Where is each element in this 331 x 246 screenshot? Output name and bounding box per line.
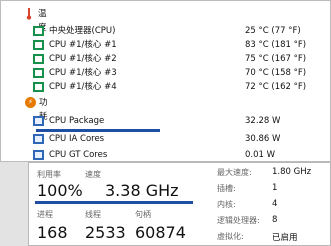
max-speed-label: 最大速度: bbox=[217, 168, 252, 177]
sensor-label: CPU Package bbox=[49, 116, 105, 126]
power-chip-icon bbox=[33, 150, 44, 160]
sensor-row-cpu-temp[interactable]: 中央处理器(CPU) 25 °C (77 °F) bbox=[1, 24, 331, 38]
max-speed-value: 1.80 GHz bbox=[272, 167, 312, 177]
handles-label: 句柄 bbox=[135, 210, 151, 219]
sensor-tree-panel: 温度 中央处理器(CPU) 25 °C (77 °F) CPU #1/核心 #1… bbox=[0, 0, 331, 162]
sockets-label: 插槽: bbox=[217, 184, 236, 193]
sensor-value: 32.28 W bbox=[245, 116, 281, 126]
sensor-row-core-2[interactable]: CPU #1/核心 #2 75 °C (167 °F) bbox=[1, 52, 331, 66]
sensor-value: 30.86 W bbox=[245, 134, 281, 144]
sensor-row-cpu-package[interactable]: CPU Package 32.28 W bbox=[1, 114, 331, 128]
utilization-value: 100% bbox=[37, 181, 83, 200]
utilization-label: 利用率 bbox=[37, 170, 61, 179]
power-chip-icon bbox=[33, 134, 44, 144]
sensor-chip-icon bbox=[33, 54, 44, 64]
cpu-performance-panel: 利用率 速度 100% 3.38 GHz 进程 线程 句柄 168 2533 6… bbox=[28, 162, 331, 246]
sensor-label: CPU #1/核心 #2 bbox=[49, 54, 117, 64]
highlight-underline bbox=[35, 201, 193, 204]
power-icon: ⚡ bbox=[25, 97, 36, 108]
cores-label: 内核: bbox=[217, 200, 236, 209]
sensor-row-core-4[interactable]: CPU #1/核心 #4 72 °C (162 °F) bbox=[1, 80, 331, 94]
speed-value: 3.38 GHz bbox=[105, 181, 179, 200]
sensor-label: CPU #1/核心 #3 bbox=[49, 68, 117, 78]
sensor-chip-icon bbox=[33, 82, 44, 92]
virtualization-label: 虚拟化: bbox=[217, 232, 244, 241]
power-chip-icon bbox=[33, 116, 44, 126]
logical-processors-label: 逻辑处理器: bbox=[217, 216, 260, 225]
thermometer-icon bbox=[26, 8, 32, 20]
sensor-row-cpu-ia-cores[interactable]: CPU IA Cores 30.86 W bbox=[1, 132, 331, 146]
speed-label: 速度 bbox=[85, 170, 101, 179]
processes-value: 168 bbox=[37, 223, 68, 242]
sensor-row-cpu-gt-cores[interactable]: CPU GT Cores 0.01 W bbox=[1, 148, 331, 162]
sensor-label: CPU #1/核心 #4 bbox=[49, 82, 117, 92]
sensor-chip-icon bbox=[33, 68, 44, 78]
cores-value: 4 bbox=[272, 199, 278, 209]
handles-value: 60874 bbox=[135, 223, 186, 242]
sensor-label: CPU GT Cores bbox=[49, 150, 108, 160]
threads-label: 线程 bbox=[85, 210, 101, 219]
threads-value: 2533 bbox=[85, 223, 126, 242]
processes-label: 进程 bbox=[37, 210, 53, 219]
sensor-chip-icon bbox=[33, 40, 44, 50]
sensor-label: CPU IA Cores bbox=[49, 134, 105, 144]
sensor-value: 75 °C (167 °F) bbox=[245, 54, 307, 64]
sensor-value: 70 °C (158 °F) bbox=[245, 68, 307, 78]
sensor-row-core-1[interactable]: CPU #1/核心 #1 83 °C (181 °F) bbox=[1, 38, 331, 52]
sensor-value: 72 °C (162 °F) bbox=[245, 82, 307, 92]
sensor-value: 25 °C (77 °F) bbox=[245, 26, 301, 36]
sensor-value: 0.01 W bbox=[245, 150, 276, 160]
virtualization-value: 已启用 bbox=[272, 233, 298, 243]
sensor-chip-icon bbox=[33, 26, 44, 36]
sensor-label: CPU #1/核心 #1 bbox=[49, 40, 117, 50]
sensor-value: 83 °C (181 °F) bbox=[245, 40, 307, 50]
sockets-value: 1 bbox=[272, 183, 278, 193]
logical-processors-value: 8 bbox=[272, 215, 278, 225]
sensor-label: 中央处理器(CPU) bbox=[49, 26, 116, 36]
sensor-row-core-3[interactable]: CPU #1/核心 #3 70 °C (158 °F) bbox=[1, 66, 331, 80]
